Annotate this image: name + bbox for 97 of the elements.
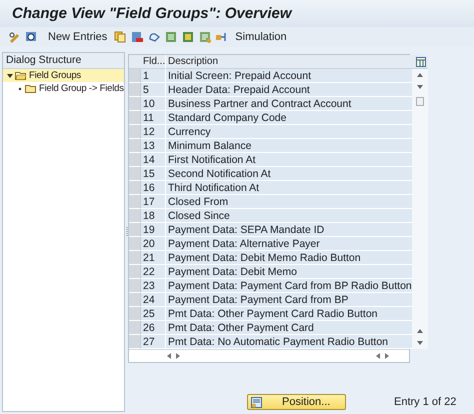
position-icon bbox=[251, 396, 262, 408]
table-cell: 11 bbox=[141, 111, 166, 125]
connection-icon[interactable] bbox=[216, 31, 228, 43]
row-selector[interactable] bbox=[129, 97, 141, 111]
table-cell: Payment Data: Debit Memo Radio Button bbox=[166, 251, 412, 265]
scroll-left-icon[interactable] bbox=[376, 353, 380, 359]
table-cell: Pmt Data: Other Payment Card bbox=[166, 321, 412, 335]
table-cell: 17 bbox=[141, 195, 166, 209]
row-selector[interactable] bbox=[129, 111, 141, 125]
table-cell: 14 bbox=[141, 153, 166, 167]
scroll-up-icon[interactable] bbox=[416, 329, 423, 333]
search-icon[interactable] bbox=[25, 31, 37, 43]
row-selector[interactable] bbox=[129, 69, 141, 83]
delete-icon[interactable] bbox=[131, 31, 144, 43]
scroll-down-icon[interactable] bbox=[416, 85, 423, 89]
table-cell: 26 bbox=[141, 321, 166, 335]
scroll-up-icon[interactable] bbox=[416, 73, 423, 77]
table-cell: 19 bbox=[141, 223, 166, 237]
table-cell: Payment Data: Debit Memo bbox=[166, 265, 412, 279]
table-cell: 12 bbox=[141, 125, 166, 139]
scroll-right-icon[interactable] bbox=[385, 353, 389, 359]
table-cell: 27 bbox=[141, 335, 166, 349]
row-selector[interactable] bbox=[129, 321, 141, 335]
table-cell: Initial Screen: Prepaid Account bbox=[166, 69, 412, 83]
table-cell: Pmt Data: Other Payment Card Radio Button bbox=[166, 307, 412, 321]
table-cell: 1 bbox=[141, 69, 166, 83]
table-cell: 25 bbox=[141, 307, 166, 321]
vertical-scrollbar[interactable] bbox=[412, 69, 428, 349]
table-cell: 16 bbox=[141, 181, 166, 195]
panel-title: Dialog Structure bbox=[3, 53, 124, 69]
row-selector[interactable] bbox=[129, 209, 141, 223]
table-cell: 20 bbox=[141, 237, 166, 251]
scroll-right-icon[interactable] bbox=[176, 353, 180, 359]
row-selector[interactable] bbox=[129, 195, 141, 209]
row-selector[interactable] bbox=[129, 307, 141, 321]
row-selector[interactable] bbox=[129, 139, 141, 153]
table-cell: 15 bbox=[141, 167, 166, 181]
new-entries-button[interactable]: New Entries bbox=[46, 31, 110, 43]
row-selector[interactable] bbox=[129, 293, 141, 307]
folder-icon bbox=[25, 84, 36, 93]
row-selector[interactable] bbox=[129, 279, 141, 293]
table-cell: Header Data: Prepaid Account bbox=[166, 83, 412, 97]
row-selector[interactable] bbox=[129, 237, 141, 251]
table-cell: 23 bbox=[141, 279, 166, 293]
scroll-thumb-icon[interactable] bbox=[416, 97, 424, 106]
row-selector[interactable] bbox=[129, 153, 141, 167]
table-cell: Second Notification At bbox=[166, 167, 412, 181]
undo-icon[interactable] bbox=[148, 31, 160, 43]
row-selector[interactable] bbox=[129, 181, 141, 195]
horizontal-scrollbar[interactable] bbox=[129, 349, 409, 362]
expanded-arrow-icon[interactable] bbox=[7, 72, 13, 78]
table-cell: Payment Data: Payment Card from BP Radio Button bbox=[166, 279, 412, 293]
table-cell: Currency bbox=[166, 125, 412, 139]
open-folder-icon bbox=[15, 71, 26, 80]
copy-icon[interactable] bbox=[114, 31, 126, 43]
table-cell: 22 bbox=[141, 265, 166, 279]
table-settings-icon[interactable] bbox=[416, 56, 426, 66]
select-all-button[interactable] bbox=[129, 55, 141, 69]
tree-item[interactable]: Field Group -> Fields bbox=[38, 83, 125, 94]
table-cell: Closed From bbox=[166, 195, 412, 209]
row-selector[interactable] bbox=[129, 167, 141, 181]
table-cell: 21 bbox=[141, 251, 166, 265]
table-cell: Business Partner and Contract Account bbox=[166, 97, 412, 111]
row-selector[interactable] bbox=[129, 335, 141, 349]
column-header[interactable]: Description bbox=[166, 55, 412, 69]
table-cell: Payment Data: SEPA Mandate ID bbox=[166, 223, 412, 237]
position-button[interactable]: Position... bbox=[247, 394, 346, 410]
row-selector[interactable] bbox=[129, 223, 141, 237]
table-cell: Minimum Balance bbox=[166, 139, 412, 153]
select-block-icon[interactable] bbox=[182, 31, 194, 43]
entry-counter: Entry 1 of 22 bbox=[394, 396, 456, 408]
table-cell: Payment Data: Payment Card from BP bbox=[166, 293, 412, 307]
bullet-icon bbox=[17, 86, 23, 92]
deselect-all-icon[interactable] bbox=[199, 31, 212, 43]
scroll-down-icon[interactable] bbox=[416, 341, 423, 345]
simulation-button[interactable]: Simulation bbox=[233, 31, 289, 43]
table-cell: 18 bbox=[141, 209, 166, 223]
column-header[interactable]: Fld... bbox=[141, 55, 166, 69]
row-selector[interactable] bbox=[129, 251, 141, 265]
row-selector[interactable] bbox=[129, 83, 141, 97]
table-cell: Closed Since bbox=[166, 209, 412, 223]
splitter-handle-icon[interactable] bbox=[126, 227, 128, 237]
table-cell: 5 bbox=[141, 83, 166, 97]
window-title: Change View "Field Groups": Overview bbox=[0, 0, 474, 27]
scroll-left-icon[interactable] bbox=[167, 353, 171, 359]
table-cell: First Notification At bbox=[166, 153, 412, 167]
table-cell: Standard Company Code bbox=[166, 111, 412, 125]
row-selector[interactable] bbox=[129, 125, 141, 139]
table-cell: Pmt Data: No Automatic Payment Radio Button bbox=[166, 335, 412, 349]
table-cell: 13 bbox=[141, 139, 166, 153]
row-selector[interactable] bbox=[129, 265, 141, 279]
select-all-icon[interactable] bbox=[165, 31, 178, 43]
table-cell: Payment Data: Alternative Payer bbox=[166, 237, 412, 251]
table-cell: 24 bbox=[141, 293, 166, 307]
tree-item[interactable]: Field Groups bbox=[28, 70, 82, 81]
table-cell: Third Notification At bbox=[166, 181, 412, 195]
table-cell: 10 bbox=[141, 97, 166, 111]
